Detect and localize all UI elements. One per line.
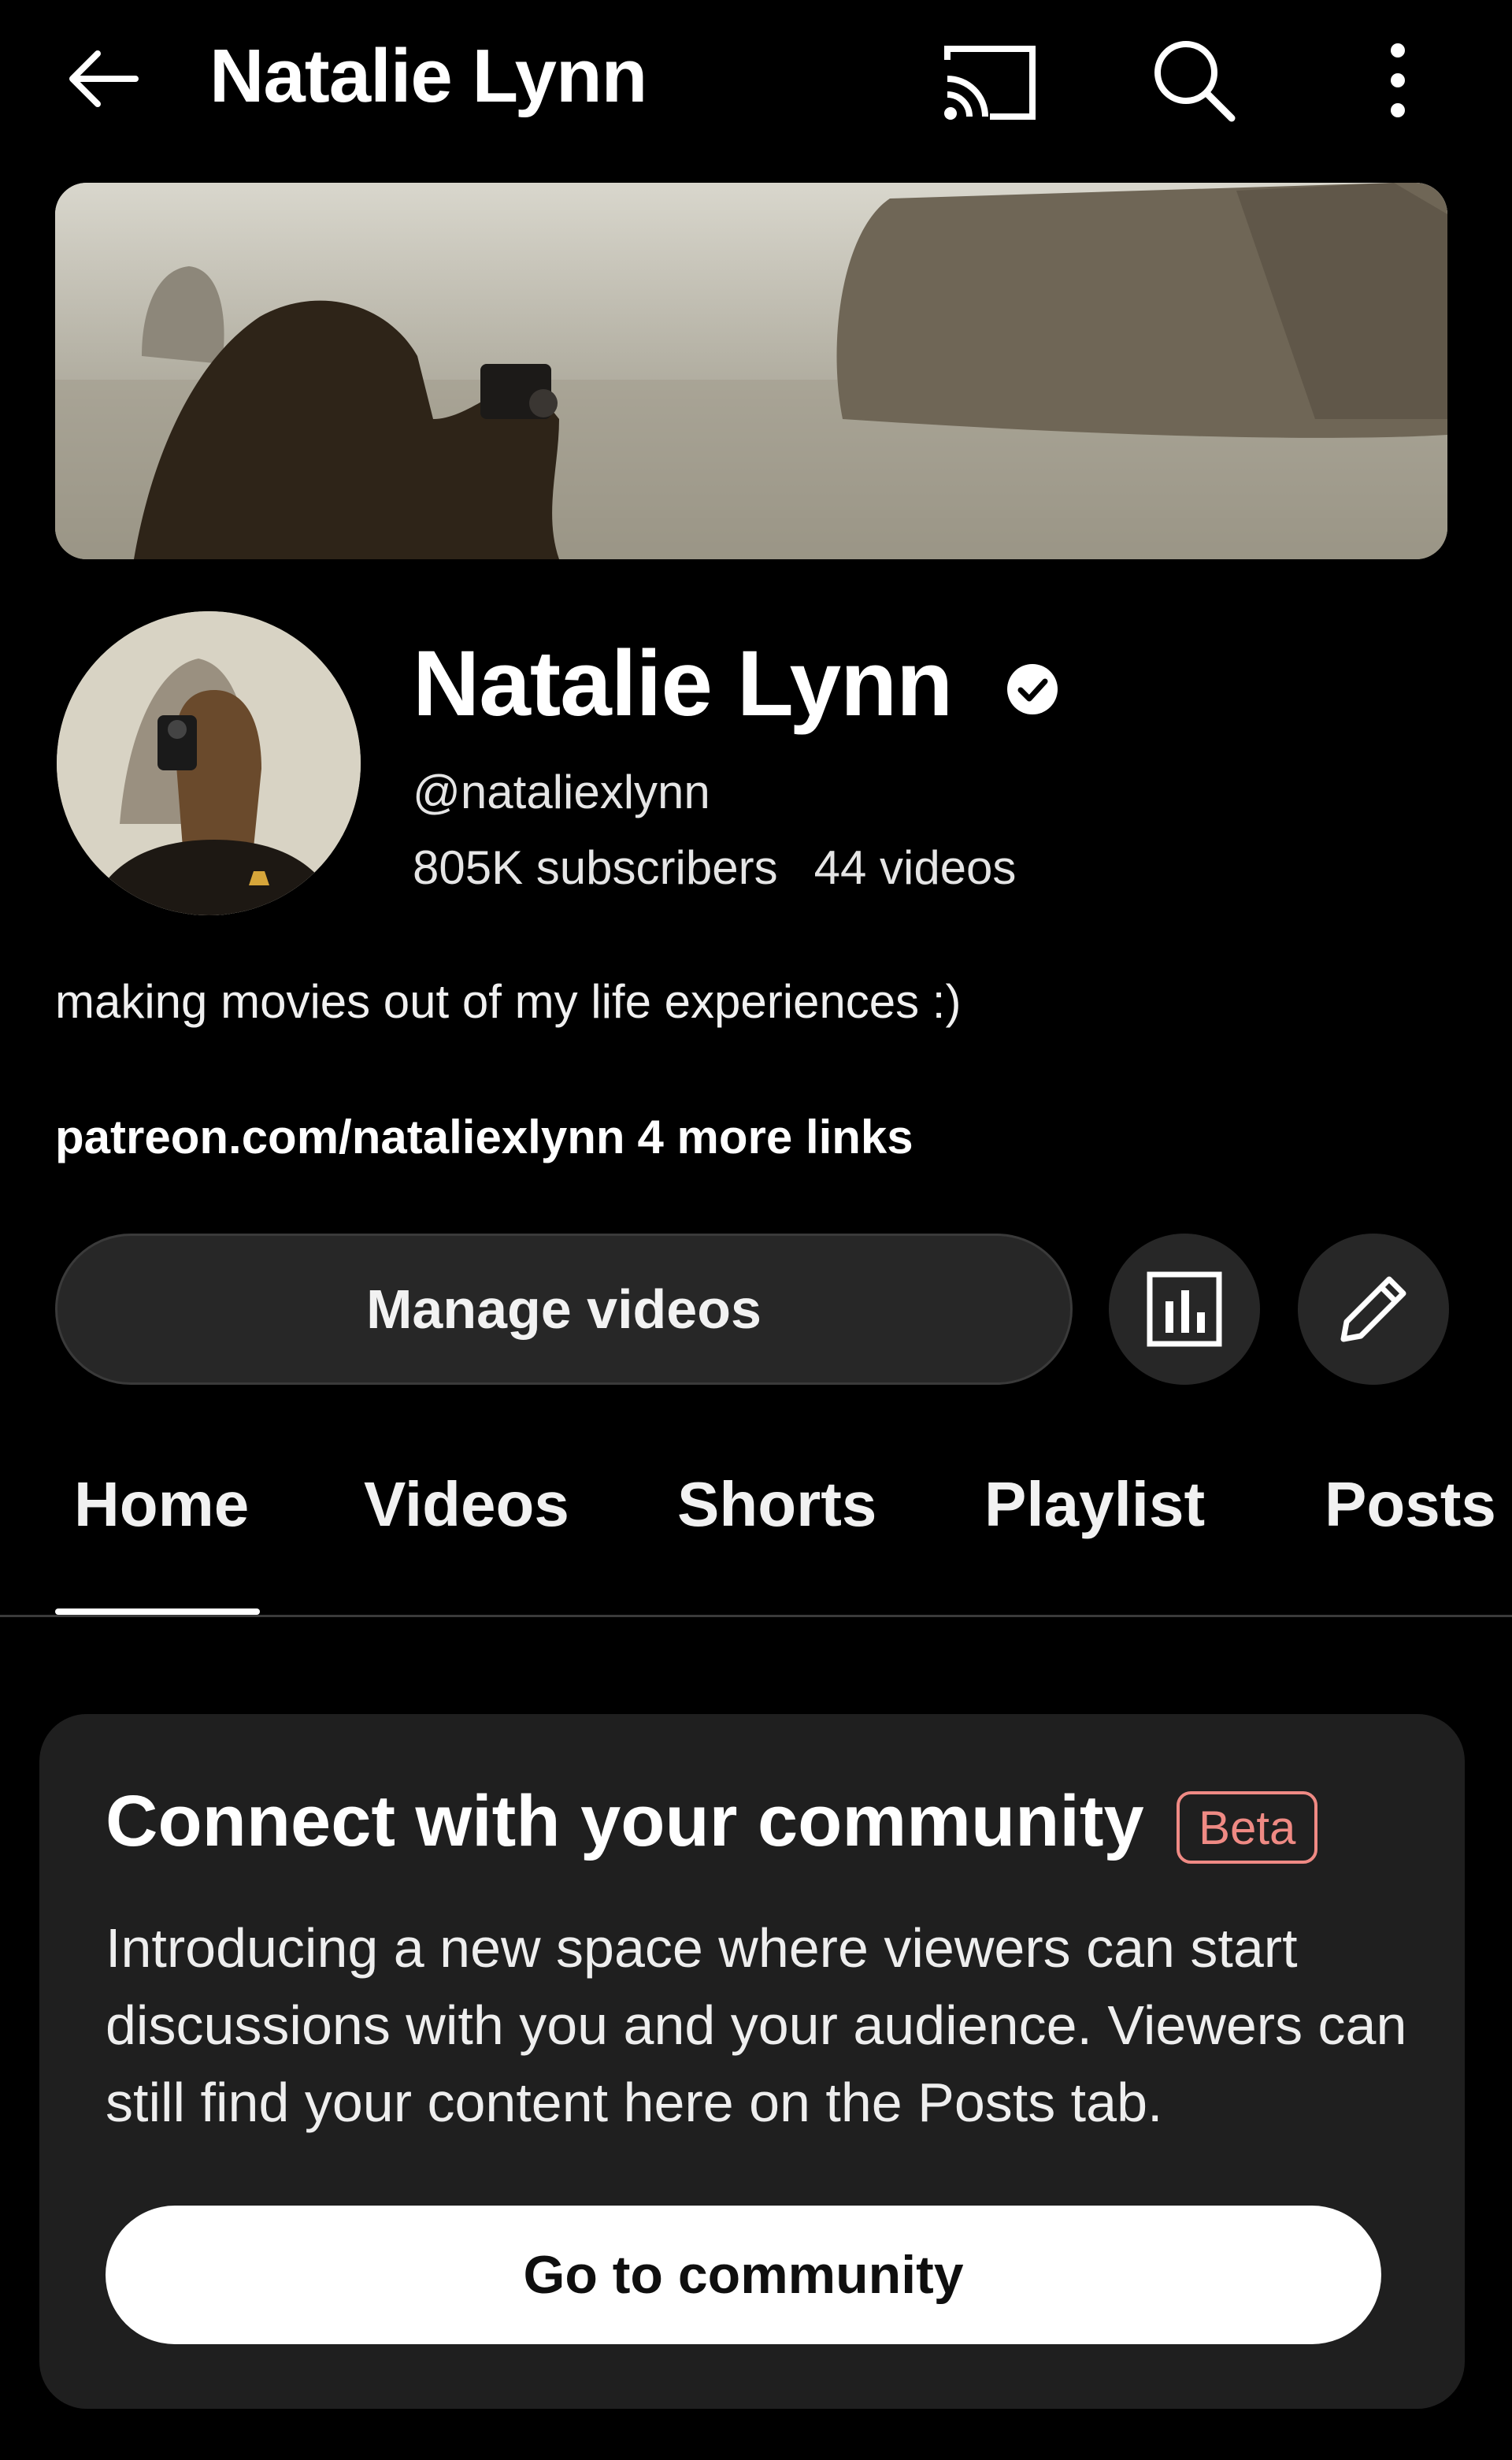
analytics-button[interactable] bbox=[1109, 1234, 1260, 1385]
channel-tabs: Home Videos Shorts Playlist Posts bbox=[0, 1468, 1512, 1618]
link-patreon[interactable]: patreon.com/nataliexlynn bbox=[55, 1111, 625, 1163]
channel-handle: @nataliexlynn bbox=[413, 766, 710, 818]
tab-home[interactable]: Home bbox=[74, 1468, 249, 1541]
video-count: 44 videos bbox=[813, 841, 1017, 894]
channel-description[interactable]: making movies out of my life experiences… bbox=[55, 974, 961, 1030]
subscriber-count: 805K subscribers bbox=[413, 841, 778, 894]
more-links[interactable]: 4 more links bbox=[638, 1111, 914, 1163]
analytics-icon bbox=[1147, 1271, 1222, 1347]
channel-avatar[interactable] bbox=[57, 611, 361, 915]
go-to-community-button[interactable]: Go to community bbox=[106, 2206, 1381, 2344]
tab-playlist[interactable]: Playlist bbox=[984, 1468, 1205, 1541]
edit-channel-button[interactable] bbox=[1298, 1234, 1449, 1385]
more-vertical-icon bbox=[1391, 43, 1405, 117]
more-options-button[interactable] bbox=[1374, 36, 1421, 124]
manage-videos-button[interactable]: Manage videos bbox=[55, 1234, 1073, 1385]
search-icon bbox=[1154, 41, 1236, 122]
arrow-left-icon bbox=[69, 50, 139, 107]
channel-links[interactable]: patreon.com/nataliexlynn 4 more links bbox=[55, 1109, 914, 1166]
channel-stats: 805K subscribers 44 videos bbox=[413, 840, 1016, 896]
tab-posts[interactable]: Posts bbox=[1325, 1468, 1496, 1541]
community-card-title: Connect with your community bbox=[106, 1781, 1144, 1861]
tab-active-indicator bbox=[55, 1608, 260, 1615]
back-button[interactable] bbox=[63, 39, 142, 118]
channel-banner bbox=[55, 183, 1447, 559]
channel-name: Natalie Lynn bbox=[413, 632, 953, 736]
tabs-divider bbox=[0, 1615, 1512, 1617]
cast-icon bbox=[944, 46, 1036, 120]
cast-button[interactable] bbox=[941, 39, 1039, 126]
search-button[interactable] bbox=[1150, 36, 1238, 124]
page-title: Natalie Lynn bbox=[209, 34, 647, 118]
verified-check-icon bbox=[1005, 662, 1060, 717]
pencil-icon bbox=[1340, 1276, 1406, 1342]
community-card-body: Introducing a new space where viewers ca… bbox=[106, 1917, 1407, 2133]
tab-shorts[interactable]: Shorts bbox=[677, 1468, 876, 1541]
tab-videos[interactable]: Videos bbox=[364, 1468, 569, 1541]
beta-badge: Beta bbox=[1177, 1791, 1318, 1864]
